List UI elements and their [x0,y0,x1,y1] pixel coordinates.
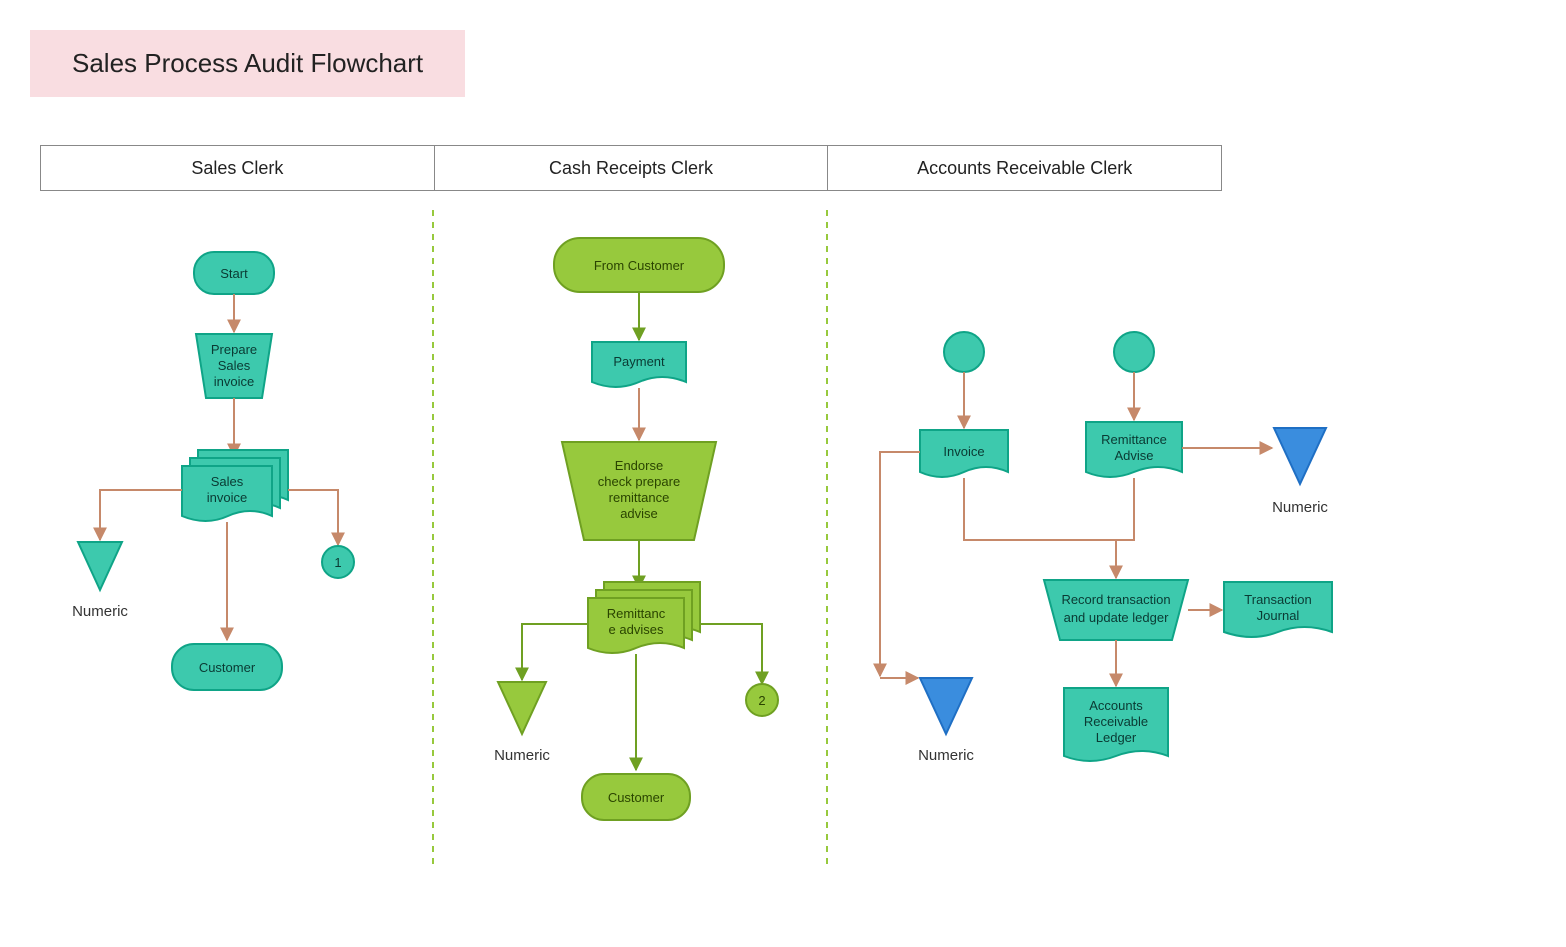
svg-text:check prepare: check prepare [598,474,680,489]
svg-text:Journal: Journal [1257,608,1300,623]
svg-text:Invoice: Invoice [943,444,984,459]
svg-text:Sales: Sales [218,358,251,373]
svg-text:Record transaction: Record transaction [1061,592,1170,607]
start-circle-b [1114,332,1154,372]
arrow [700,624,762,684]
svg-text:invoice: invoice [207,490,247,505]
merge-numeric [78,542,122,590]
svg-text:Remittance: Remittance [1101,432,1167,447]
svg-text:e advises: e advises [609,622,664,637]
svg-text:Prepare: Prepare [211,342,257,357]
arrow [1116,478,1134,578]
svg-text:Customer: Customer [608,790,665,805]
svg-text:invoice: invoice [214,374,254,389]
merge-numeric-blue-r [1274,428,1326,484]
arrow [964,478,1116,578]
svg-text:Numeric: Numeric [72,603,128,620]
svg-text:Receivable: Receivable [1084,714,1148,729]
svg-text:Advise: Advise [1114,448,1153,463]
svg-text:Ledger: Ledger [1096,730,1137,745]
svg-text:Numeric: Numeric [918,747,974,764]
svg-text:Customer: Customer [199,660,256,675]
svg-text:From Customer: From Customer [594,258,685,273]
svg-text:Endorse: Endorse [615,458,663,473]
merge-numeric-blue-l [920,678,972,734]
flowchart-canvas: Start Prepare Sales invoice Sales invoic… [0,0,1566,947]
svg-text:Accounts: Accounts [1089,698,1143,713]
arrow [100,490,182,540]
merge-numeric-green [498,682,546,734]
svg-text:Numeric: Numeric [1272,499,1328,516]
svg-text:Remittanc: Remittanc [607,606,666,621]
svg-text:Payment: Payment [613,354,665,369]
start-circle-a [944,332,984,372]
svg-text:advise: advise [620,506,658,521]
svg-text:Sales: Sales [211,474,244,489]
arrow [522,624,588,680]
svg-text:and update ledger: and update ledger [1064,610,1169,625]
svg-text:remittance: remittance [609,490,670,505]
svg-text:2: 2 [758,693,765,708]
arrow [880,452,920,676]
svg-text:Transaction: Transaction [1244,592,1311,607]
svg-text:1: 1 [334,555,341,570]
arrow [288,490,338,545]
svg-text:Numeric: Numeric [494,747,550,764]
start-label: Start [220,266,248,281]
